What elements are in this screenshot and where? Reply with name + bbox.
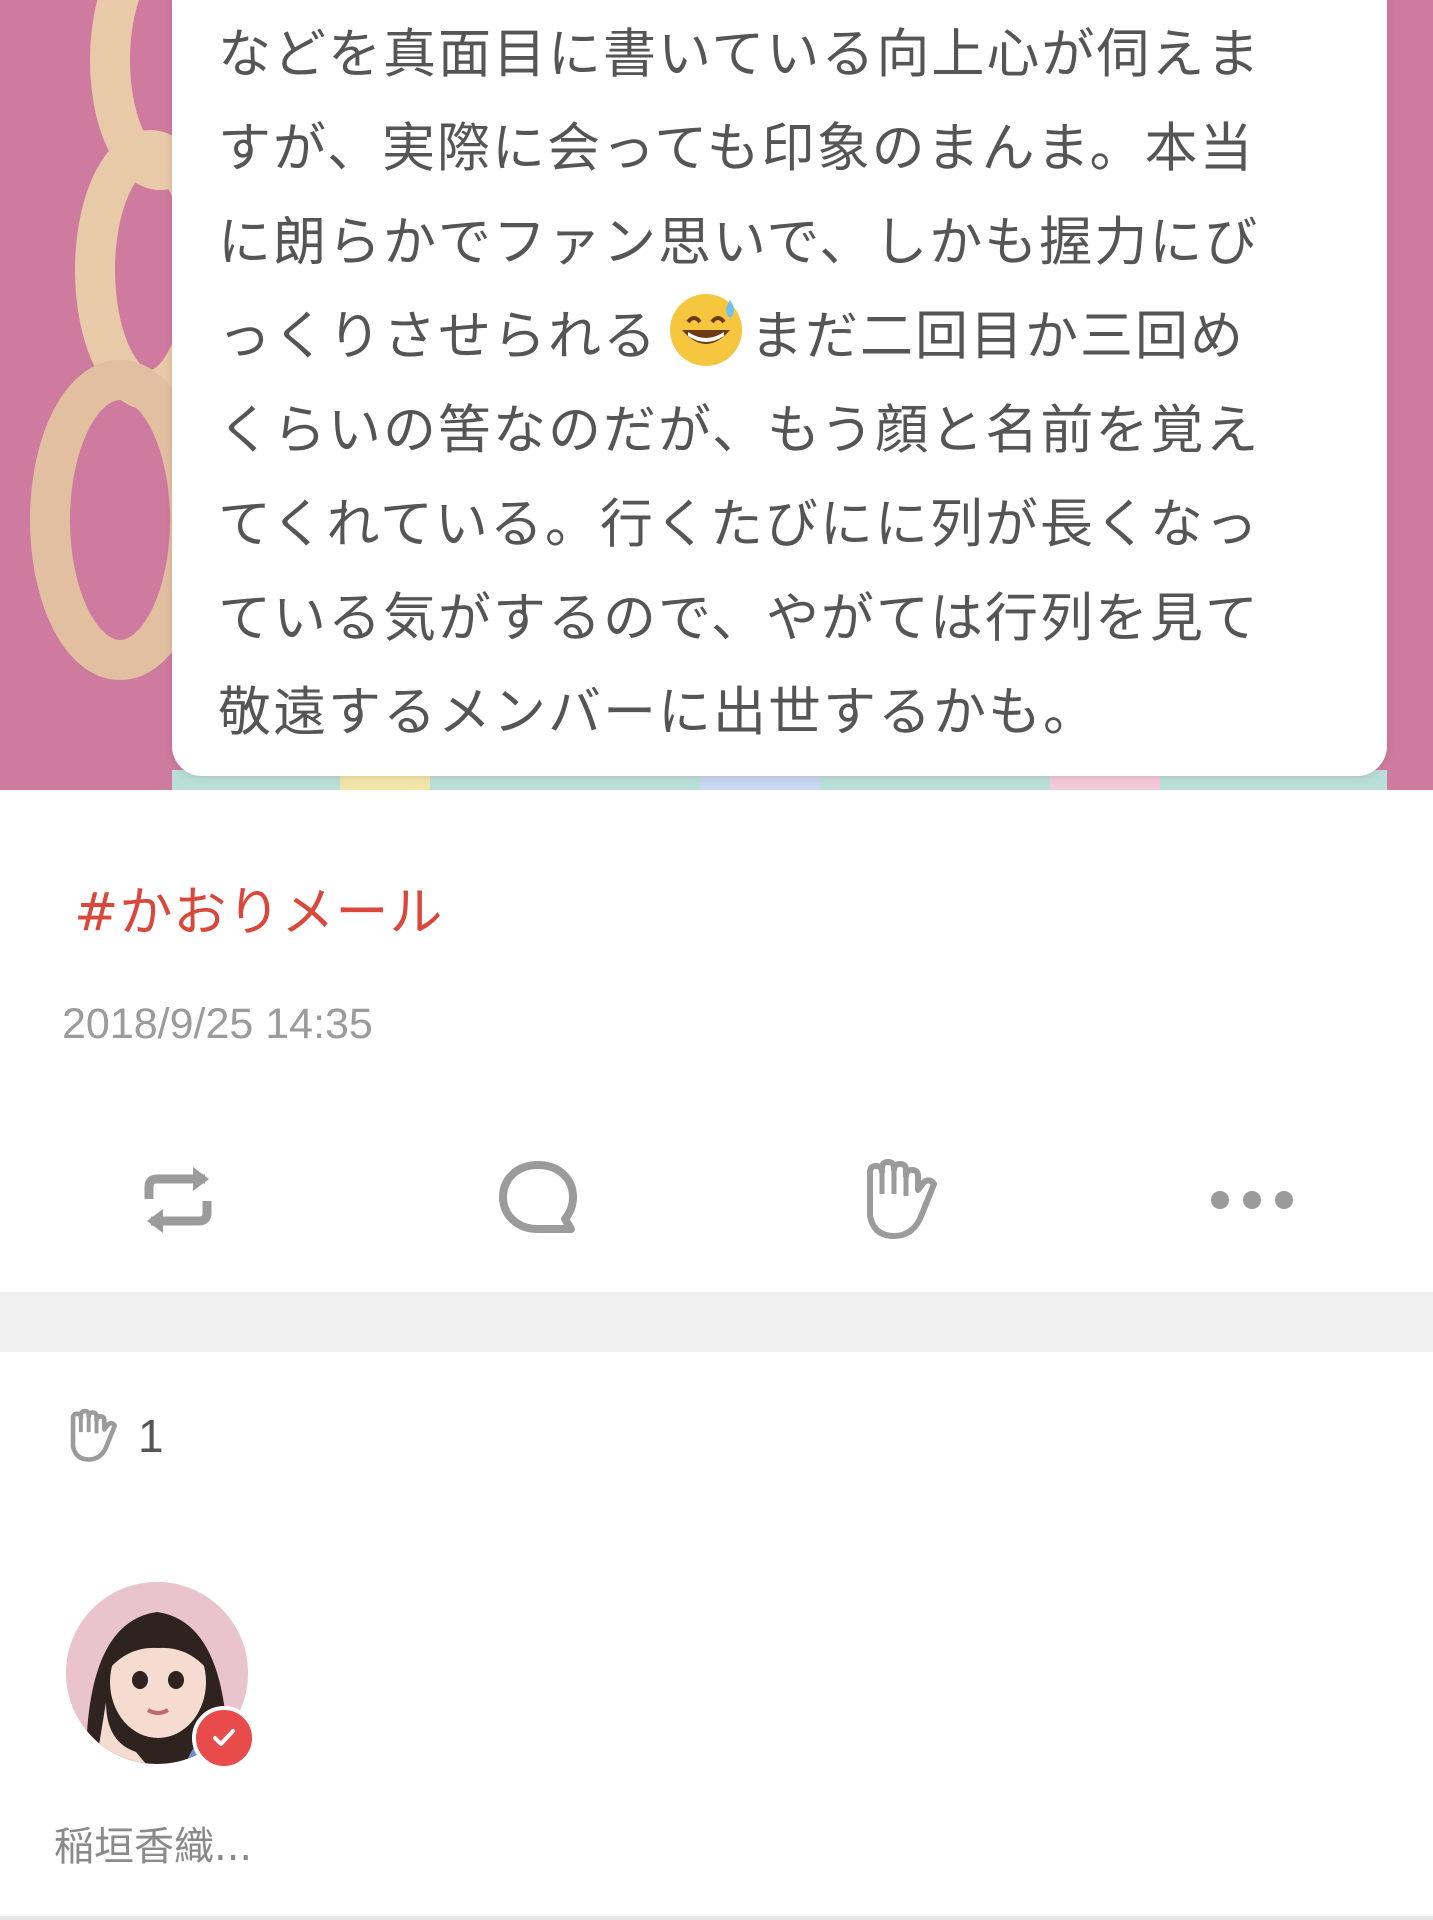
message-line: くらいの筈なのだが、もう顔と名前を覚え [218, 400, 1261, 461]
comment-button[interactable] [478, 1140, 598, 1260]
section-divider [0, 1292, 1433, 1352]
message-line: ている気がするので、やがては行列を見て [218, 588, 1260, 649]
clap-hand-icon [70, 1408, 118, 1462]
grinning-face-with-sweat-emoji [670, 294, 742, 366]
post-timestamp: 2018/9/25 14:35 [62, 1000, 373, 1048]
more-dots-icon [1211, 1191, 1293, 1209]
message-line: などを真面目に書いている向上心が伺えま [218, 24, 1262, 85]
message-line: に朗らかでファン思いで、しかも握力にび [218, 212, 1260, 273]
bottom-divider [0, 1916, 1433, 1920]
clap-count: 1 [138, 1410, 164, 1462]
comment-bubble-icon [499, 1161, 577, 1233]
action-bar [0, 1140, 1433, 1260]
message-line: てくれている。行くたびにに列が長くなっ [218, 494, 1260, 555]
more-button[interactable] [1192, 1140, 1312, 1260]
repost-icon [144, 1167, 212, 1233]
message-line: すが、実際に会っても印象のまんま。本当 [218, 118, 1255, 179]
clapper-avatar-item[interactable] [66, 1582, 256, 1772]
message-line-text: っくりさせられる [218, 306, 658, 367]
message-line: 敬遠するメンバーに出世するかも。 [218, 682, 1098, 743]
clapper-name: 稲垣香織... [54, 1824, 253, 1870]
clap-count-row[interactable]: 1 [58, 1406, 164, 1466]
repost-button[interactable] [118, 1140, 238, 1260]
verified-badge [192, 1706, 256, 1770]
clap-hand-icon [867, 1159, 937, 1239]
clap-button[interactable] [836, 1140, 956, 1260]
message-line-text: まだ二回目か三回め [750, 306, 1245, 367]
post-image[interactable]: などを真面目に書いている向上心が伺えま すが、実際に会っても印象のまんま。本当 … [0, 0, 1433, 790]
message-line-with-emoji: っくりさせられる まだ二回目か三回め [218, 290, 1357, 384]
checkmark-icon [213, 1729, 235, 1746]
message-bubble: などを真面目に書いている向上心が伺えま すが、実際に会っても印象のまんま。本当 … [172, 0, 1387, 776]
hashtag-link[interactable]: #かおりメール [74, 870, 443, 946]
